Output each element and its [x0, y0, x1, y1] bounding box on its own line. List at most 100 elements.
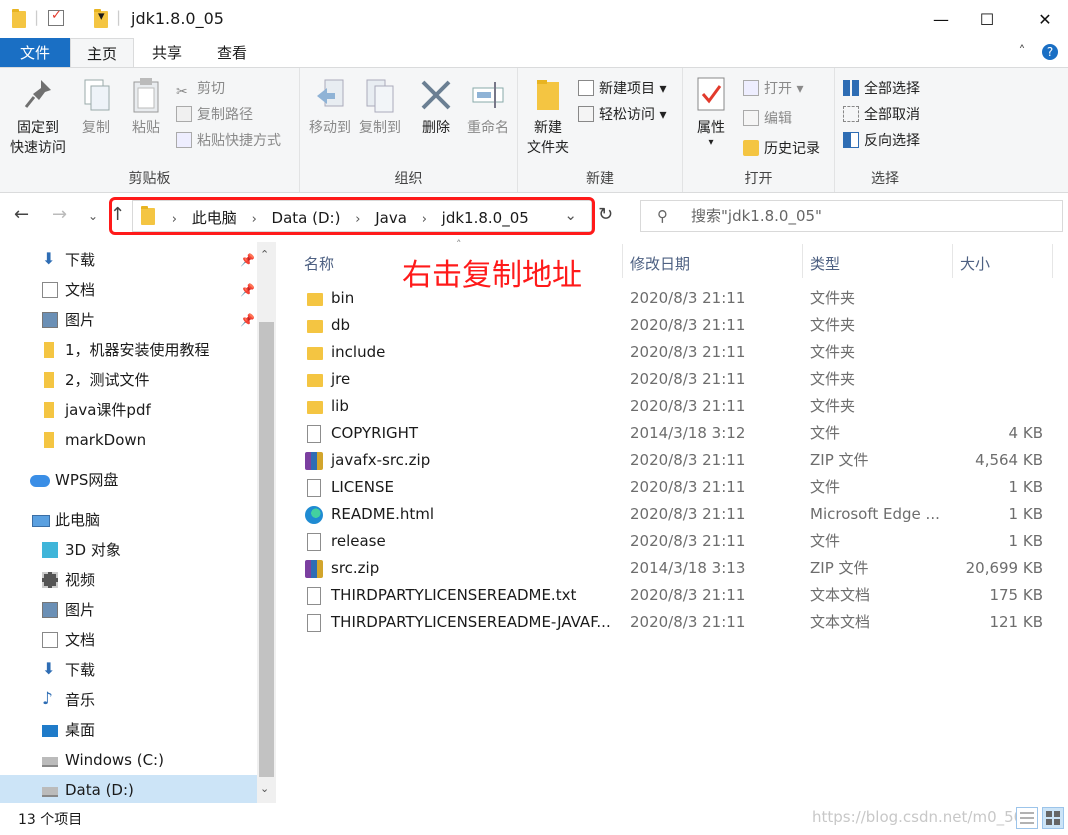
properties-dropdown-icon[interactable]: ▾ [689, 138, 733, 148]
file-row[interactable]: LICENSE 2020/8/3 21:11 文件 1 KB [302, 474, 1052, 501]
help-icon[interactable]: ? [1042, 44, 1058, 60]
nav-item-this-pc[interactable]: 此电脑 [0, 505, 257, 535]
nav-item-pictures[interactable]: 图片 [0, 595, 257, 625]
scroll-up-icon[interactable]: ⌃ [260, 248, 269, 261]
file-row[interactable]: README.html 2020/8/3 21:11 Microsoft Edge … [302, 501, 1052, 528]
select-none-label: 全部取消 [864, 107, 920, 123]
clipboard-group: 固定到 快速访问 复制 粘贴 ✂ 剪切 复制路径 粘贴快捷方式 剪贴板 [0, 68, 300, 192]
paste-button[interactable]: 粘贴 [124, 76, 168, 138]
title-bar: | ✓ ▾ | jdk1.8.0_05 — ☐ ✕ [0, 0, 1068, 38]
nav-item-documents[interactable]: 文档 [0, 625, 257, 655]
nav-item-label: 下载 [65, 661, 96, 679]
pin-icon[interactable]: 📌 [240, 245, 255, 275]
ribbon-controls: ˄ ? [1019, 44, 1058, 60]
file-row[interactable]: db 2020/8/3 21:11 文件夹 [302, 312, 1052, 339]
folder-icon [307, 320, 323, 333]
file-row[interactable]: jre 2020/8/3 21:11 文件夹 [302, 366, 1052, 393]
nav-item-pictures-pinned[interactable]: 图片 📌 [0, 305, 257, 335]
file-row[interactable]: release 2020/8/3 21:11 文件 1 KB [302, 528, 1052, 555]
recent-locations-icon[interactable]: ⌄ [88, 209, 98, 223]
pin-to-quick-access-button[interactable]: 固定到 快速访问 [6, 76, 70, 158]
column-divider[interactable] [802, 244, 803, 278]
copy-path-button[interactable]: 复制路径 [176, 103, 253, 127]
column-header-date[interactable]: 修改日期 [630, 250, 690, 278]
minimize-button[interactable]: — [918, 0, 964, 38]
select-none-button[interactable]: 全部取消 [843, 103, 920, 127]
scroll-down-icon[interactable]: ⌄ [260, 782, 269, 795]
details-view-icon[interactable] [1016, 807, 1038, 829]
nav-item-desktop[interactable]: 桌面 [0, 715, 257, 745]
nav-item-windows-c[interactable]: Windows (C:) [0, 745, 257, 775]
document-icon [42, 632, 58, 648]
column-divider[interactable] [952, 244, 953, 278]
nav-item-folder-1[interactable]: 1，机器安装使用教程 [0, 335, 257, 365]
nav-item-downloads-pinned[interactable]: ⬇ 下载 📌 [0, 245, 257, 275]
new-item-button[interactable]: 新建项目 ▾ [578, 77, 666, 101]
file-row[interactable]: THIRDPARTYLICENSEREADME-JAVAF... 2020/8/3… [302, 609, 1052, 636]
open-button[interactable]: 打开 ▾ [743, 77, 803, 101]
nav-item-folder-2[interactable]: 2，测试文件 [0, 365, 257, 395]
file-row[interactable]: COPYRIGHT 2014/3/18 3:12 文件 4 KB [302, 420, 1052, 447]
copy-to-label: 复制到 [359, 120, 401, 136]
edit-button[interactable]: 编辑 [743, 107, 792, 131]
nav-item-videos[interactable]: 视频 [0, 565, 257, 595]
qat-dropdown-icon[interactable]: ▾ [98, 9, 105, 29]
cut-button[interactable]: ✂ 剪切 [176, 77, 225, 101]
nav-item-3d-objects[interactable]: 3D 对象 [0, 535, 257, 565]
clipboard-group-label: 剪贴板 [128, 171, 171, 187]
select-all-button[interactable]: 全部选择 [843, 77, 920, 101]
invert-selection-button[interactable]: 反向选择 [843, 129, 920, 153]
new-folder-button[interactable]: 新建 文件夹 [524, 76, 572, 158]
move-to-button[interactable]: 移动到 [304, 76, 356, 138]
pin-icon[interactable]: 📌 [240, 305, 255, 335]
clipboard-icon [129, 76, 163, 114]
tab-home[interactable]: 主页 [70, 38, 134, 68]
pin-icon[interactable]: 📌 [240, 275, 255, 305]
collapse-ribbon-icon[interactable]: ˄ [1019, 44, 1026, 60]
file-row[interactable]: THIRDPARTYLICENSEREADME.txt 2020/8/3 21:1… [302, 582, 1052, 609]
nav-item-music[interactable]: ♪ 音乐 [0, 685, 257, 715]
column-divider[interactable] [1052, 244, 1053, 278]
nav-item-downloads[interactable]: ⬇ 下载 [0, 655, 257, 685]
paste-shortcut-button[interactable]: 粘贴快捷方式 [176, 129, 281, 153]
forward-arrow-icon[interactable]: → [52, 204, 67, 225]
file-name: lib [331, 397, 349, 415]
copy-button[interactable]: 复制 [74, 76, 118, 138]
paste-shortcut-icon [176, 132, 192, 148]
tab-view[interactable]: 查看 [200, 38, 264, 68]
file-row[interactable]: lib 2020/8/3 21:11 文件夹 [302, 393, 1052, 420]
delete-button[interactable]: 删除 [414, 76, 458, 138]
nav-item-markdown[interactable]: markDown [0, 425, 257, 455]
nav-scrollbar-thumb[interactable] [259, 322, 274, 777]
column-header-name[interactable]: 名称 [304, 250, 334, 278]
search-input[interactable]: ⚲ 搜索"jdk1.8.0_05" [640, 200, 1063, 232]
history-button[interactable]: 历史记录 [743, 137, 820, 161]
nav-item-wps-cloud[interactable]: WPS网盘 [0, 465, 257, 495]
large-icons-view-icon[interactable] [1042, 807, 1064, 829]
maximize-button[interactable]: ☐ [964, 0, 1010, 38]
easy-access-button[interactable]: 轻松访问 ▾ [578, 103, 666, 127]
nav-item-documents-pinned[interactable]: 文档 📌 [0, 275, 257, 305]
rename-button[interactable]: 重命名 [460, 76, 516, 138]
back-arrow-icon[interactable]: ← [14, 204, 29, 225]
properties-qat-icon[interactable]: ✓ [48, 8, 64, 26]
tab-share[interactable]: 共享 [136, 38, 198, 68]
nav-item-data-d[interactable]: Data (D:) [0, 775, 257, 805]
copy-to-button[interactable]: 复制到 [354, 76, 406, 138]
properties-button[interactable]: 属性 ▾ [689, 76, 733, 148]
column-header-size[interactable]: 大小 [960, 250, 990, 278]
easy-access-label: 轻松访问 [599, 107, 655, 123]
nav-item-java-pdf[interactable]: java课件pdf [0, 395, 257, 425]
delete-label: 删除 [422, 120, 450, 136]
file-type: 文件夹 [810, 343, 856, 361]
column-header-type[interactable]: 类型 [810, 250, 840, 278]
tab-file[interactable]: 文件 [0, 38, 70, 68]
refresh-icon[interactable]: ↻ [598, 204, 613, 225]
file-row[interactable]: javafx-src.zip 2020/8/3 21:11 ZIP 文件 4,564 … [302, 447, 1052, 474]
close-button[interactable]: ✕ [1022, 0, 1068, 38]
file-row[interactable]: include 2020/8/3 21:11 文件夹 [302, 339, 1052, 366]
file-row[interactable]: src.zip 2014/3/18 3:13 ZIP 文件 20,699 KB [302, 555, 1052, 582]
computer-icon [32, 515, 50, 527]
column-divider[interactable] [622, 244, 623, 278]
open-group-label: 打开 [744, 171, 773, 187]
